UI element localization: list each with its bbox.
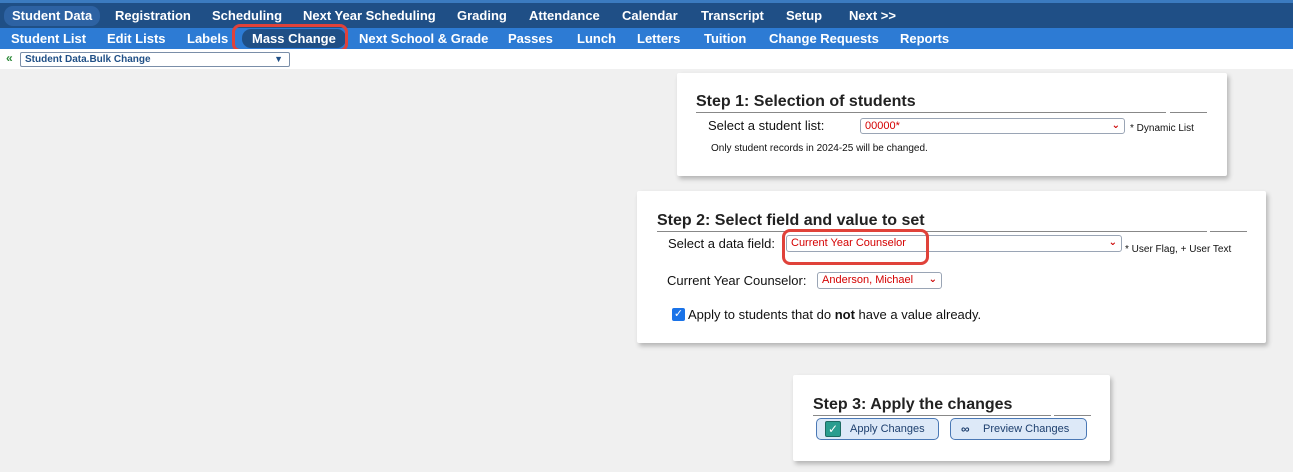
counselor-select[interactable]: Anderson, Michael ⌄ [817, 272, 942, 289]
page-selector-value: Student Data.Bulk Change [25, 54, 151, 65]
step1-divider-right [1170, 112, 1207, 113]
double-chevron-left-icon[interactable]: « [6, 52, 13, 64]
page-toolbar: « Student Data.Bulk Change ▼ [0, 49, 1293, 69]
subnav-change-requests[interactable]: Change Requests [769, 30, 879, 48]
chevron-down-icon: ⌄ [928, 274, 937, 285]
apply-empty-only-label: Apply to students that do not have a val… [688, 307, 981, 322]
step3-divider [813, 415, 1051, 416]
apply-empty-only-checkbox[interactable]: ✓ [672, 308, 685, 321]
student-list-select[interactable]: 00000* ⌄ [860, 118, 1125, 134]
apply-empty-only-text-pre: Apply to students that do [688, 307, 835, 322]
data-field-note: * User Flag, + User Text [1125, 244, 1232, 255]
subnav-mass-change[interactable]: Mass Change [242, 29, 346, 48]
chevron-down-icon: ⌄ [1108, 237, 1117, 248]
student-records-note: Only student records in 2024-25 will be … [711, 143, 928, 154]
nav-grading[interactable]: Grading [457, 7, 507, 25]
step1-divider [696, 112, 1166, 113]
nav-transcript[interactable]: Transcript [701, 7, 764, 25]
step2-panel: Step 2: Select field and value to set Se… [637, 191, 1266, 343]
data-field-select[interactable]: Current Year Counselor ⌄ [786, 235, 1122, 252]
subnav-reports[interactable]: Reports [900, 30, 949, 48]
step2-divider [657, 231, 1207, 232]
chevron-down-icon: ⌄ [1111, 120, 1120, 131]
preview-changes-button[interactable]: ∞ Preview Changes [950, 418, 1087, 440]
subnav-next-school-grade[interactable]: Next School & Grade [359, 30, 488, 48]
nav-registration[interactable]: Registration [115, 7, 191, 25]
step2-divider-right [1210, 231, 1247, 232]
nav-attendance[interactable]: Attendance [529, 7, 600, 25]
preview-changes-label: Preview Changes [983, 423, 1070, 435]
step1-panel: Step 1: Selection of students Select a s… [677, 73, 1227, 176]
step3-panel: Step 3: Apply the changes ✓ Apply Change… [793, 375, 1110, 461]
step3-divider-right [1054, 415, 1091, 416]
dynamic-list-note: * Dynamic List [1130, 123, 1194, 134]
apply-changes-button[interactable]: ✓ Apply Changes [816, 418, 939, 440]
data-field-label: Select a data field: [668, 236, 775, 251]
nav-scheduling[interactable]: Scheduling [212, 7, 282, 25]
apply-empty-only-text-post: have a value already. [854, 307, 982, 322]
nav-setup[interactable]: Setup [786, 7, 822, 25]
chevron-down-icon: ▼ [274, 54, 283, 64]
page-selector[interactable]: Student Data.Bulk Change ▼ [20, 52, 290, 67]
subnav-labels[interactable]: Labels [187, 30, 228, 48]
check-icon: ✓ [825, 421, 841, 437]
subnav-passes[interactable]: Passes [508, 30, 553, 48]
counselor-label: Current Year Counselor: [667, 273, 807, 288]
subnav-student-list[interactable]: Student List [11, 30, 86, 48]
counselor-select-value: Anderson, Michael [822, 274, 914, 286]
nav-next[interactable]: Next >> [849, 7, 896, 25]
apply-empty-only-text-bold: not [834, 307, 855, 322]
step1-title: Step 1: Selection of students [696, 93, 916, 110]
apply-changes-label: Apply Changes [850, 423, 925, 435]
subnav-edit-lists[interactable]: Edit Lists [107, 30, 166, 48]
subnav-lunch[interactable]: Lunch [577, 30, 616, 48]
top-navigation: Student Data Registration Scheduling Nex… [0, 0, 1293, 28]
step2-title: Step 2: Select field and value to set [657, 212, 925, 229]
nav-student-data[interactable]: Student Data [4, 6, 101, 26]
binoculars-icon: ∞ [961, 422, 970, 436]
sub-navigation: Student List Edit Lists Labels Mass Chan… [0, 28, 1293, 49]
step3-title: Step 3: Apply the changes [813, 396, 1013, 413]
student-list-label: Select a student list: [708, 118, 825, 133]
nav-next-year-scheduling[interactable]: Next Year Scheduling [303, 7, 436, 25]
data-field-select-value: Current Year Counselor [791, 237, 906, 249]
subnav-letters[interactable]: Letters [637, 30, 680, 48]
subnav-tuition[interactable]: Tuition [704, 30, 746, 48]
student-list-select-value: 00000* [865, 120, 900, 132]
nav-calendar[interactable]: Calendar [622, 7, 678, 25]
